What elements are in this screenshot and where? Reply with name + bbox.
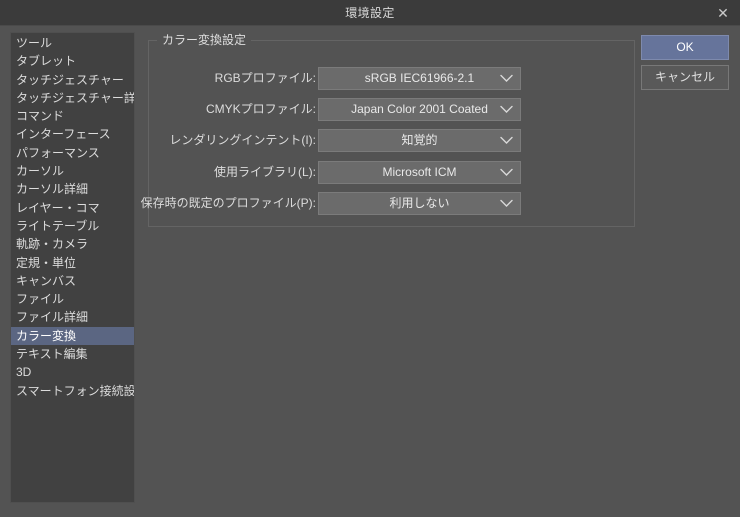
dropdown-select[interactable]: 利用しない [318,191,521,215]
form-row-label-anchor: レンダリングインテント(I): [0,129,316,152]
field-label: 使用ライブラリ(L): [213,164,316,179]
groupbox-title: カラー変換設定 [157,32,252,48]
field-label: レンダリングインテント(I): [169,133,316,148]
form-row-label-anchor: RGBプロファイル: [0,67,316,90]
chevron-down-icon [500,99,513,120]
field-label: 保存時の既定のプロファイル(P): [140,195,316,210]
dropdown-value: sRGB IEC61966-2.1 [364,71,475,85]
sidebar-item[interactable]: ファイル詳細 [11,308,134,326]
close-icon[interactable]: ✕ [706,0,740,26]
dropdown-select[interactable]: 知覚的 [318,129,521,153]
ok-button[interactable]: OK [641,35,729,60]
chevron-down-icon [500,130,513,151]
chevron-down-icon [500,68,513,89]
preferences-dialog: 環境設定 ✕ ツール タブレット タッチジェスチャー タッチジェスチャー詳細 コマンドイ… [0,0,740,517]
form-row: CMYKプロファイル: Japan Color 2001 Coated [0,98,740,122]
sidebar-item[interactable]: テキスト編集 [11,345,134,363]
dropdown-select[interactable]: Microsoft ICM [318,160,521,184]
dropdown-value: Japan Color 2001 Coated [351,102,488,117]
dropdown-value: 利用しない [389,195,450,210]
sidebar-item[interactable]: ツール [11,34,134,52]
dropdown-select[interactable]: sRGB IEC61966-2.1 [318,67,521,90]
sidebar-item[interactable]: 3D [11,363,134,381]
dropdown-value: Microsoft ICM [382,164,457,179]
sidebar-item[interactable]: カラー変換 [11,326,134,346]
sidebar-item[interactable]: キャンバス [11,272,134,290]
form-row: 保存時の既定のプロファイル(P): 利用しない [0,191,740,215]
chevron-down-icon [500,193,513,214]
dropdown-value: 知覚的 [401,133,438,148]
sidebar-item[interactable]: スマートフォン接続設定 [11,382,134,400]
cancel-button[interactable]: キャンセル [641,65,729,90]
title-bar: 環境設定 ✕ [0,0,740,26]
window-title: 環境設定 [345,6,395,20]
form-row-label-anchor: CMYKプロファイル: [0,98,316,121]
field-label: RGBプロファイル: [214,71,316,85]
field-label: CMYKプロファイル: [205,102,316,117]
sidebar-item[interactable]: 軌跡・カメラ [11,235,134,253]
form-row-label-anchor: 使用ライブラリ(L): [0,161,316,184]
sidebar-item[interactable]: 定規・単位 [11,254,134,272]
sidebar-item[interactable]: ライトテーブル [11,217,134,235]
form-row: 使用ライブラリ(L): Microsoft ICM [0,160,740,184]
sidebar-item[interactable]: ファイル [11,290,134,308]
form-row: レンダリングインテント(I): 知覚的 [0,129,740,153]
form-row: RGBプロファイル: sRGB IEC61966-2.1 [0,67,740,90]
chevron-down-icon [500,162,513,183]
form-row-label-anchor: 保存時の既定のプロファイル(P): [0,192,316,215]
dropdown-select[interactable]: Japan Color 2001 Coated [318,98,521,122]
